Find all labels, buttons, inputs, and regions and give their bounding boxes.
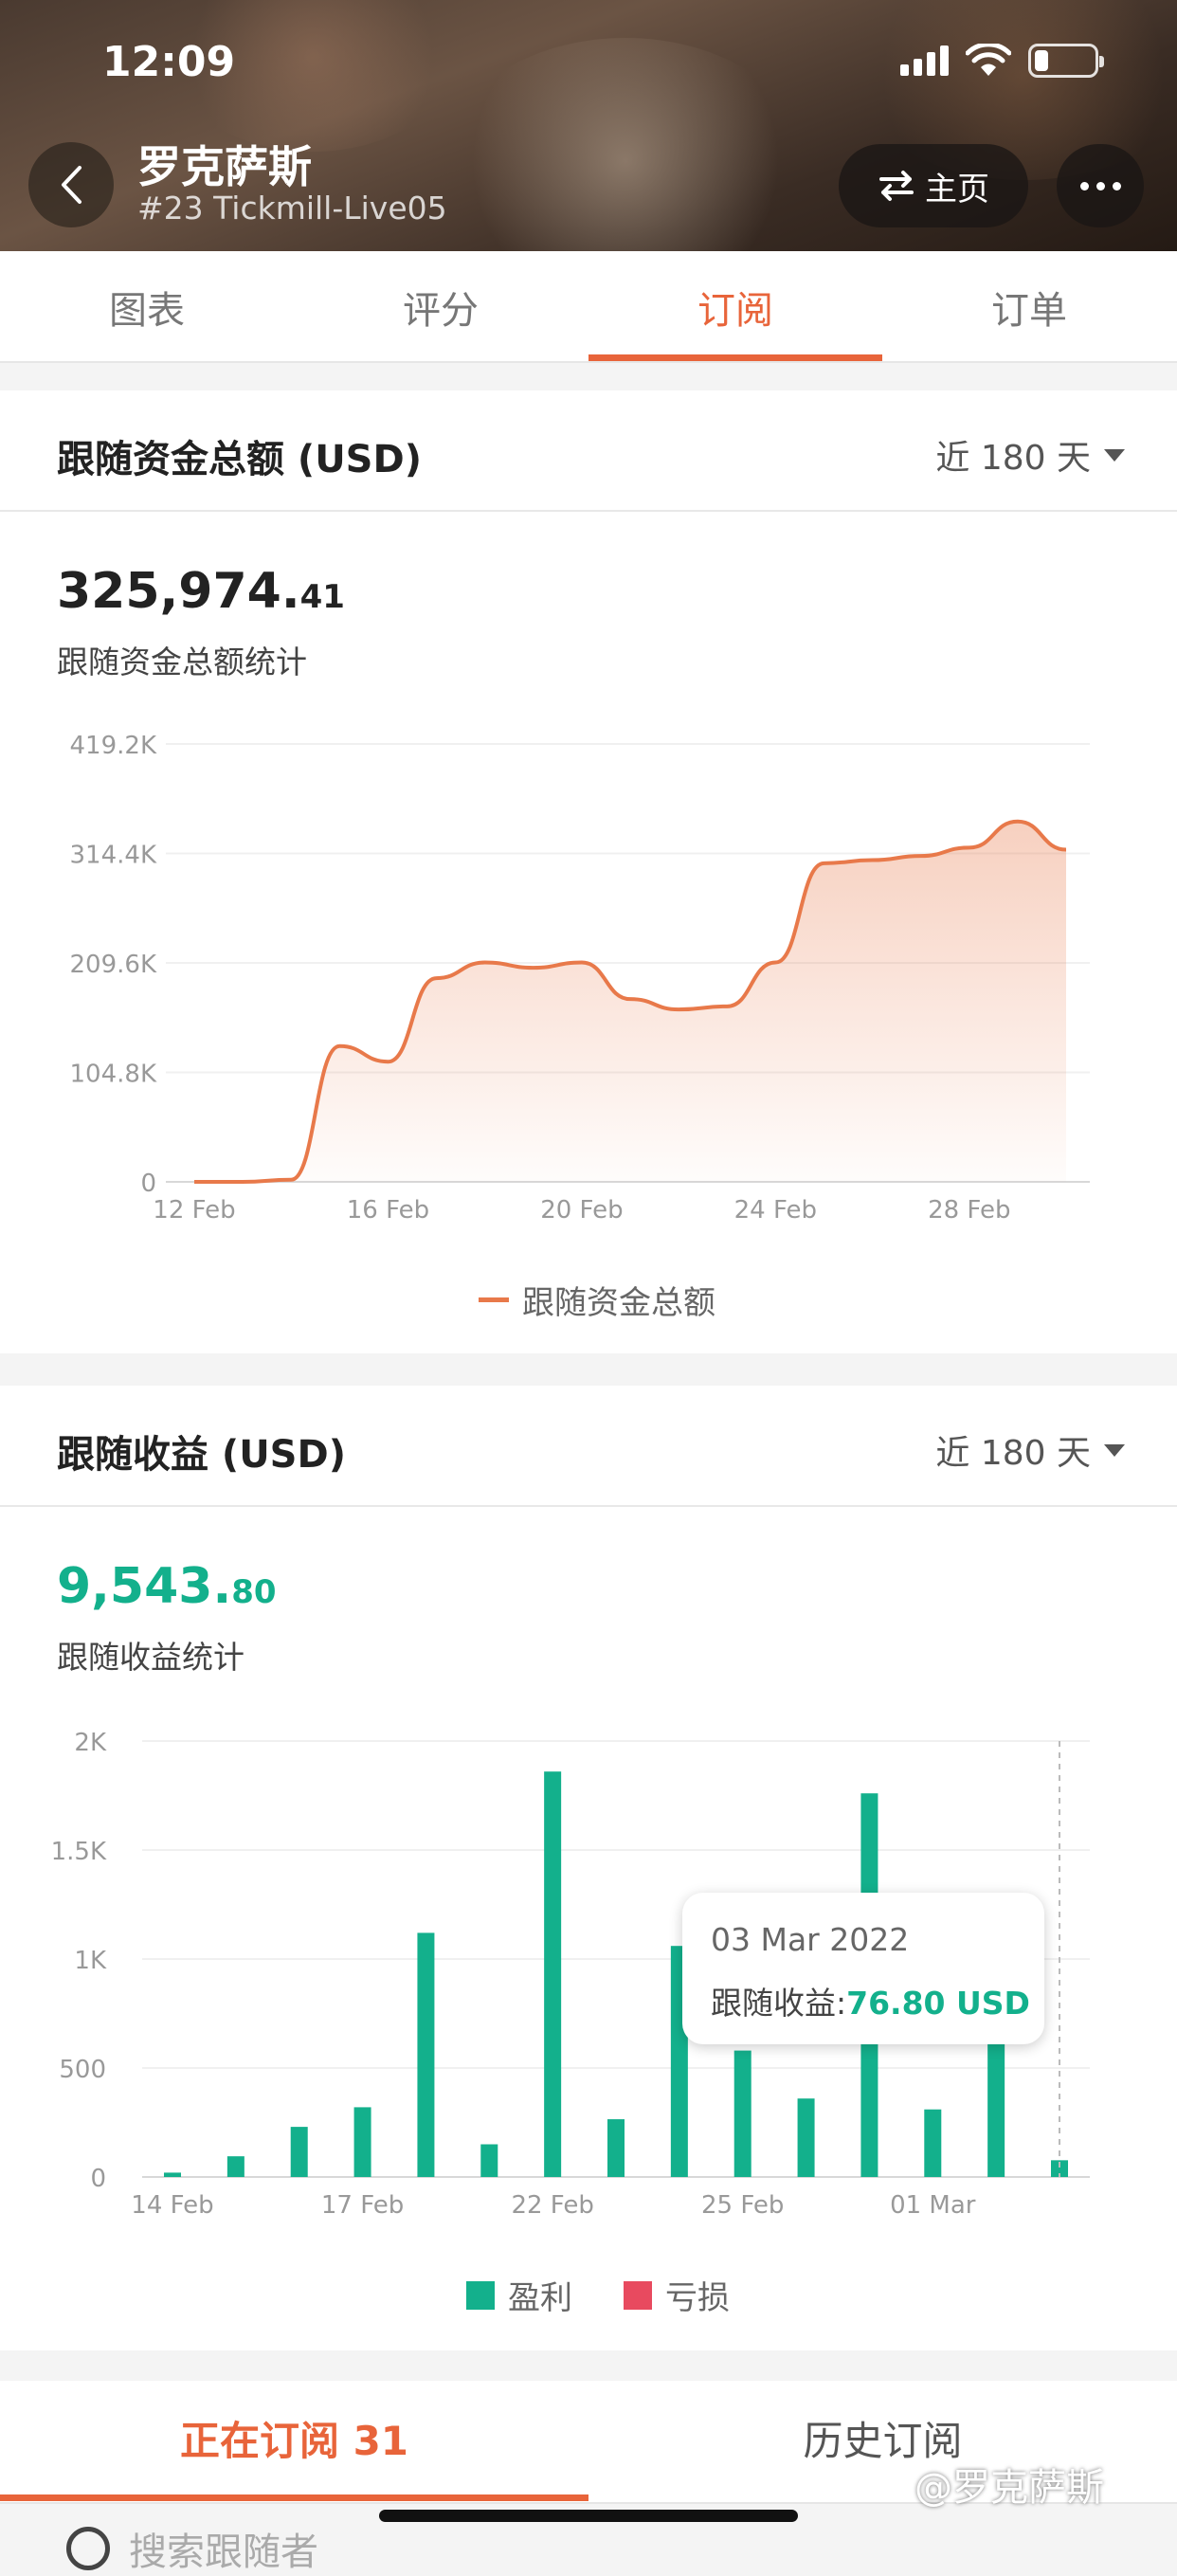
area-fill: [194, 821, 1066, 1182]
active-tab-indicator: [588, 354, 882, 361]
funds-line-chart: 0 104.8K 209.6K 314.4K 419.2K 12 Feb 16 Feb 20 …: [70, 732, 1090, 1225]
profit-total-value: 9,543.80: [57, 1558, 277, 1615]
legend-loss-swatch: [624, 2280, 652, 2310]
y-tick-label: 0: [90, 2165, 106, 2193]
x-tick-label: 20 Feb: [540, 1196, 623, 1225]
funds-total-label: 跟随资金总额统计: [57, 644, 307, 680]
funds-range-selector[interactable]: 近 180 天: [935, 430, 1125, 480]
home-indicator: [379, 2510, 798, 2522]
profit-bar: [417, 1932, 435, 2177]
profit-bar: [480, 2144, 498, 2177]
dropdown-arrow-icon: [1104, 1443, 1125, 1457]
profit-bar: [164, 2172, 181, 2177]
cellular-signal-icon: [900, 45, 949, 76]
profit-bar: [353, 2107, 371, 2177]
profit-legend: 盈利 亏损: [466, 2272, 730, 2318]
funds-card-title: 跟随资金总额 (USD): [57, 438, 422, 481]
chart-tooltip: 03 Mar 2022 跟随收益:76.80 USD: [682, 1893, 1044, 2044]
x-tick-label: 16 Feb: [347, 1196, 429, 1225]
battery-icon: [1028, 44, 1104, 78]
y-tick-label: 500: [59, 2056, 106, 2084]
tooltip-value: 76.80 USD: [846, 1985, 1030, 2022]
tab-rating[interactable]: 评分: [294, 251, 588, 363]
trader-account: #23 Tickmill-Live05: [137, 190, 447, 227]
x-tick-label: 17 Feb: [321, 2191, 404, 2220]
tab-active-subscriptions[interactable]: 正在订阅 31: [0, 2381, 588, 2494]
profit-range-label: 近 180 天: [935, 1434, 1091, 1473]
profit-bar: [797, 2098, 815, 2177]
profit-bar: [733, 2050, 751, 2177]
wifi-icon: [966, 44, 1011, 76]
section-tabs: 图表 评分 订阅 订单: [0, 251, 1177, 363]
legend-profit-label: 盈利: [508, 2279, 572, 2317]
funds-range-label: 近 180 天: [935, 439, 1091, 478]
tooltip-date: 03 Mar 2022: [711, 1921, 910, 1958]
status-time: 12:09: [102, 38, 236, 86]
legend-profit-swatch: [466, 2280, 495, 2310]
profit-range-selector[interactable]: 近 180 天: [935, 1425, 1125, 1475]
home-button[interactable]: 主页: [839, 144, 1028, 227]
home-button-label: 主页: [925, 170, 989, 209]
dropdown-arrow-icon: [1104, 448, 1125, 462]
back-button[interactable]: [28, 142, 114, 227]
follower-search[interactable]: 搜索跟随者: [66, 2521, 318, 2576]
profit-card: 跟随收益 (USD) 近 180 天 9,543.80 跟随收益统计 0 500 1…: [0, 1386, 1177, 2350]
swap-arrows-icon: [879, 171, 914, 201]
tooltip-value-row: 跟随收益:76.80 USD: [711, 1985, 1030, 2022]
watermark: @罗克萨斯: [914, 2466, 1104, 2510]
search-icon: [66, 2527, 110, 2570]
x-tick-label: 01 Mar: [890, 2191, 976, 2220]
x-tick-label: 12 Feb: [153, 1196, 235, 1225]
y-tick-label: 314.4K: [70, 842, 157, 870]
y-tick-label: 1K: [74, 1947, 107, 1975]
more-options-button[interactable]: [1057, 144, 1144, 227]
profit-bar: [924, 2109, 942, 2177]
x-tick-label: 28 Feb: [928, 1196, 1010, 1225]
y-tick-label: 209.6K: [70, 951, 157, 979]
x-tick-label: 24 Feb: [734, 1196, 817, 1225]
profit-bar: [544, 1771, 562, 2177]
profit-bar: [226, 2156, 244, 2177]
more-dots-icon: [1079, 181, 1089, 190]
profile-header: 12:09 罗克萨斯 #23 Tickmill-Live05 主页: [0, 0, 1177, 251]
y-tick-label: 2K: [74, 1729, 107, 1757]
profit-bar: [607, 2119, 625, 2177]
status-icons: [900, 42, 1104, 80]
x-tick-label: 14 Feb: [131, 2191, 213, 2220]
funds-legend-label: 跟随资金总额: [522, 1284, 715, 1322]
tab-orders[interactable]: 订单: [882, 251, 1176, 363]
tab-subscription[interactable]: 订阅: [588, 251, 882, 363]
trader-name: 罗克萨斯: [137, 141, 312, 192]
search-placeholder: 搜索跟随者: [129, 2531, 318, 2574]
legend-line-swatch: [479, 1297, 509, 1302]
y-tick-label: 1.5K: [51, 1838, 107, 1866]
profit-bar: [290, 2127, 308, 2177]
funds-total-value: 325,974.41: [57, 563, 345, 620]
active-bottom-tab-indicator: [0, 2494, 588, 2501]
funds-legend: 跟随资金总额: [479, 1277, 715, 1323]
legend-loss-label: 亏损: [665, 2279, 730, 2317]
profit-total-label: 跟随收益统计: [57, 1639, 244, 1676]
x-tick-label: 22 Feb: [511, 2191, 593, 2220]
profit-bar: [987, 2041, 1005, 2177]
funds-card: 跟随资金总额 (USD) 近 180 天 325,974.41 跟随资金总额统计…: [0, 390, 1177, 1353]
y-tick-label: 419.2K: [70, 732, 157, 760]
x-tick-label: 25 Feb: [701, 2191, 784, 2220]
chevron-left-icon: [62, 166, 81, 204]
y-tick-label: 0: [140, 1170, 156, 1198]
y-tick-label: 104.8K: [70, 1061, 157, 1089]
profit-card-title: 跟随收益 (USD): [57, 1433, 346, 1477]
tab-chart[interactable]: 图表: [0, 251, 294, 363]
